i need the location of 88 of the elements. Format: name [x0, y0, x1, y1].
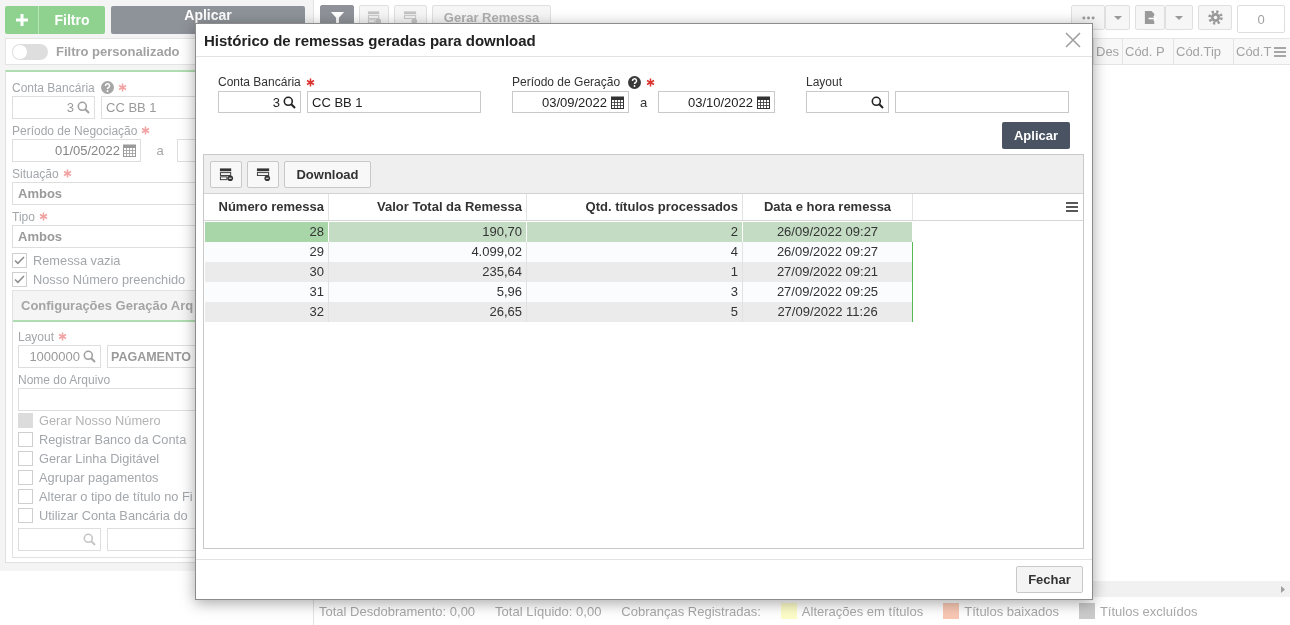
table-rows-icon [366, 10, 382, 25]
grid-action-button[interactable] [210, 160, 242, 188]
code-field[interactable]: 3 [218, 91, 301, 113]
apply-button[interactable]: Aplicar [1002, 122, 1070, 149]
table-cell: 5 [527, 302, 743, 322]
checkbox-label: Alterar o tipo de título no Fi [39, 489, 193, 504]
legend-label: Alterações em títulos [801, 603, 924, 619]
field-label: Período de Negociação [12, 123, 138, 138]
table-cell: 32 [205, 302, 329, 322]
range-separator: a [155, 143, 165, 158]
dialog-title: Histórico de remessas geradas para download [204, 31, 536, 49]
close-button[interactable] [1064, 31, 1082, 49]
column-header[interactable]: Número remessa [205, 194, 329, 220]
table-cell: 27/09/2022 11:26 [743, 302, 913, 322]
scroll-right-icon[interactable] [1281, 585, 1285, 593]
column-header[interactable]: Data e hora remessa [743, 194, 913, 220]
more-icon [1081, 15, 1095, 20]
menu-icon[interactable] [1066, 202, 1078, 212]
toggle-switch[interactable] [12, 43, 48, 60]
table-row[interactable]: 29 4.099,02 4 26/09/2022 09:27 [205, 242, 913, 262]
field-label: Conta Bancária [218, 75, 301, 89]
caret-icon [1175, 15, 1183, 20]
checkbox-label: Utilizar Conta Bancária do [39, 508, 188, 523]
status-total: Total Desdobramento: 0,00 [319, 603, 476, 619]
grid-action-button[interactable] [247, 160, 279, 188]
settings-icon [1207, 10, 1223, 25]
table-row[interactable]: 30 235,64 1 27/09/2022 09:21 [205, 262, 913, 282]
name-field[interactable] [895, 91, 1069, 113]
column-header[interactable]: Valor Total da Remessa [329, 194, 527, 220]
checkbox-label: Registrar Banco da Conta [39, 432, 187, 447]
name-field[interactable]: CC BB 1 [307, 91, 481, 113]
calendar-icon[interactable] [757, 95, 770, 109]
caret-icon [1113, 15, 1122, 20]
field-label: Layout [18, 329, 55, 344]
field-label: Situação [12, 166, 59, 181]
status-total: Total Líquido: 0,00 [495, 603, 602, 619]
table-row[interactable]: 31 5,96 3 27/09/2022 09:25 [205, 282, 913, 302]
search-icon[interactable] [871, 95, 884, 109]
help-icon[interactable] [628, 75, 642, 89]
code-field[interactable] [806, 91, 889, 113]
check-icon [14, 275, 25, 284]
plus-icon [14, 13, 29, 27]
checkbox[interactable] [12, 253, 27, 268]
column-header[interactable]: Qtd. títulos processados [527, 194, 743, 220]
checkbox-label: Gerar Nosso Número [39, 413, 161, 428]
field-label: Período de Geração [512, 75, 621, 89]
checkbox[interactable] [18, 470, 33, 485]
table-row[interactable]: 28 190,70 2 26/09/2022 09:27 [205, 222, 913, 242]
dropdown-button[interactable] [1165, 5, 1193, 30]
field-label: Tipo [12, 209, 35, 224]
checkbox-label: Gerar Linha Digitável [39, 451, 160, 466]
date-field[interactable]: 03/10/2022 [658, 91, 775, 113]
field-label: Conta Bancária [12, 80, 95, 95]
calendar-icon[interactable] [611, 95, 624, 109]
check-icon [14, 256, 25, 265]
dropdown-button[interactable] [1105, 5, 1130, 30]
checkbox[interactable] [12, 272, 27, 287]
table-row[interactable]: 32 26,65 5 27/09/2022 11:26 [205, 302, 913, 322]
settings-button[interactable] [1198, 5, 1232, 30]
export-button[interactable] [1135, 5, 1165, 30]
legend-label: Títulos excluídos [1099, 603, 1198, 619]
checkbox-label: Agrupar pagamentos [39, 470, 159, 485]
counter-field: 0 [1237, 5, 1285, 33]
code-field[interactable] [18, 528, 101, 551]
table-cell: 28 [205, 222, 329, 242]
date-field[interactable]: 03/09/2022 [512, 91, 629, 113]
field-label: Nome do Arquivo [18, 372, 111, 387]
table-cell: 26,65 [329, 302, 527, 322]
close-icon [1065, 32, 1081, 48]
checkbox-label: Nosso Número preenchido [33, 272, 186, 287]
checkbox[interactable] [18, 489, 33, 504]
checkbox-label: Remessa vazia [33, 253, 121, 268]
checkbox[interactable] [18, 508, 33, 523]
field-label: Layout [806, 75, 843, 89]
close-dialog-button[interactable]: Fechar [1016, 566, 1083, 593]
legend-label: Títulos baixados [964, 603, 1059, 619]
checkbox[interactable] [18, 432, 33, 447]
table-rows-icon [255, 166, 271, 182]
download-button[interactable]: Download [284, 160, 371, 188]
file-export-icon [1142, 10, 1158, 25]
checkbox[interactable] [18, 451, 33, 466]
table-rows-icon [218, 166, 234, 182]
range-separator: a [638, 94, 649, 110]
search-icon[interactable] [283, 95, 296, 109]
table-rows-icon [403, 10, 418, 25]
toggle-label: Filtro personalizado [56, 44, 180, 59]
date-field[interactable]: 01/05/2022 [12, 139, 141, 162]
legend-title: Cobranças Registradas: [621, 603, 761, 619]
